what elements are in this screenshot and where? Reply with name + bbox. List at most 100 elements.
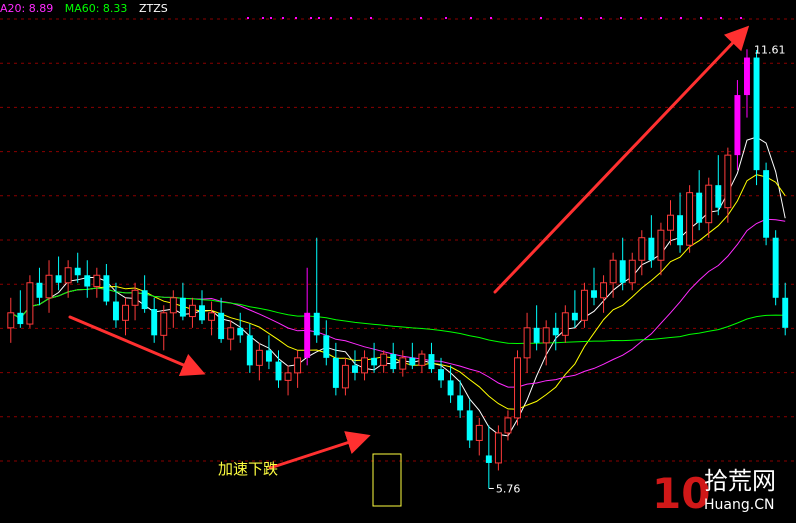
signal-dot bbox=[680, 17, 682, 19]
signal-dot bbox=[470, 17, 472, 19]
candle-body bbox=[418, 353, 426, 366]
signal-dot bbox=[640, 17, 642, 19]
signal-dot bbox=[580, 17, 582, 19]
candle-body bbox=[122, 304, 129, 321]
candle-body bbox=[26, 282, 34, 325]
candle-body bbox=[772, 237, 779, 298]
candle-body bbox=[523, 327, 531, 359]
candle-body bbox=[227, 327, 235, 340]
candle-body bbox=[284, 372, 292, 381]
signal-dot bbox=[740, 17, 742, 19]
candle-body bbox=[390, 354, 397, 370]
candle-body bbox=[552, 327, 559, 336]
candle-body bbox=[494, 432, 502, 464]
candle-body bbox=[696, 192, 703, 223]
candle-body bbox=[466, 410, 473, 441]
candlestick-chart: 加速下跌 5.76 11.61 10拾荒网 Huang.CN bbox=[0, 0, 796, 523]
signal-dot bbox=[310, 17, 312, 19]
watermark-domain: Huang.CN bbox=[704, 497, 774, 513]
candle-body bbox=[294, 357, 302, 374]
candle-body bbox=[724, 154, 732, 209]
candle-body bbox=[141, 290, 148, 310]
candle-body bbox=[657, 229, 665, 261]
candle-body bbox=[84, 275, 91, 287]
candle-body bbox=[571, 312, 578, 321]
candle-body bbox=[504, 417, 512, 434]
signal-dot bbox=[350, 17, 352, 19]
candle-body bbox=[686, 192, 694, 246]
candle-body bbox=[352, 365, 358, 373]
signal-dot bbox=[620, 17, 622, 19]
candle-body bbox=[667, 214, 674, 231]
candle-body bbox=[64, 267, 72, 284]
watermark-number: 10 bbox=[652, 469, 710, 518]
candle-body bbox=[677, 215, 684, 246]
candle-body bbox=[609, 259, 617, 284]
candle-body bbox=[371, 357, 378, 366]
candle-body bbox=[93, 274, 101, 288]
candle-body bbox=[246, 335, 253, 366]
ma60-legend-label: MA60: 8.33 bbox=[64, 2, 128, 15]
candle-body bbox=[715, 185, 722, 208]
candle-body bbox=[475, 424, 483, 441]
candle-body bbox=[7, 312, 15, 329]
candle-body bbox=[160, 312, 168, 336]
accelerated-decline-label: 加速下跌 bbox=[218, 460, 278, 478]
candle-body bbox=[734, 95, 741, 156]
candle-body bbox=[55, 275, 62, 283]
candle-body bbox=[619, 260, 626, 283]
chart-background bbox=[0, 0, 796, 523]
candle-body bbox=[542, 327, 550, 344]
signal-dot bbox=[420, 17, 422, 19]
candle-body bbox=[17, 312, 24, 325]
signal-dot bbox=[490, 17, 492, 19]
candle-body bbox=[323, 335, 330, 358]
candle-body bbox=[265, 350, 272, 362]
signal-dot bbox=[318, 17, 320, 19]
candle-body bbox=[218, 312, 225, 340]
candle-body bbox=[341, 364, 349, 389]
candle-body bbox=[45, 274, 53, 299]
high-price-label: 11.61 bbox=[754, 43, 786, 56]
candle-body bbox=[447, 380, 454, 396]
candle-body bbox=[638, 237, 646, 261]
candle-body bbox=[74, 267, 81, 276]
candle-body bbox=[361, 357, 369, 374]
candle-body bbox=[753, 57, 760, 171]
low-price-label: 5.76 bbox=[496, 482, 520, 495]
chart-legend: A20: 8.89 MA60: 8.33 ZTZS bbox=[0, 2, 176, 15]
candle-body bbox=[237, 327, 244, 336]
signal-dot bbox=[262, 17, 264, 19]
candle-body bbox=[514, 357, 521, 419]
candle-body bbox=[399, 357, 407, 370]
candle-body bbox=[188, 304, 196, 318]
signal-dot bbox=[282, 17, 284, 19]
candle-body bbox=[744, 57, 750, 96]
signal-dot bbox=[330, 17, 332, 19]
candle-body bbox=[304, 312, 311, 358]
candle-body bbox=[103, 275, 110, 302]
watermark: 10拾荒网 Huang.CN bbox=[652, 467, 776, 518]
signal-dot bbox=[270, 17, 272, 19]
candle-body bbox=[380, 353, 388, 366]
candle-body bbox=[648, 237, 655, 261]
indicator-legend-label: ZTZS bbox=[138, 2, 168, 15]
candle-body bbox=[533, 327, 540, 343]
signal-dot bbox=[720, 17, 722, 19]
candle-body bbox=[255, 349, 263, 366]
candle-body bbox=[199, 305, 205, 321]
candle-body bbox=[600, 282, 608, 299]
candle-body bbox=[705, 184, 713, 224]
candle-body bbox=[485, 455, 492, 463]
candle-body bbox=[561, 312, 569, 336]
signal-dot bbox=[600, 17, 602, 19]
signal-dot bbox=[445, 17, 447, 19]
candle-body bbox=[313, 312, 320, 336]
candle-body bbox=[628, 259, 636, 284]
candle-body bbox=[409, 357, 416, 366]
candle-body bbox=[169, 297, 177, 314]
candle-body bbox=[131, 289, 139, 306]
candle-body bbox=[208, 312, 216, 321]
candle-body bbox=[428, 354, 435, 370]
signal-dot bbox=[700, 17, 702, 19]
